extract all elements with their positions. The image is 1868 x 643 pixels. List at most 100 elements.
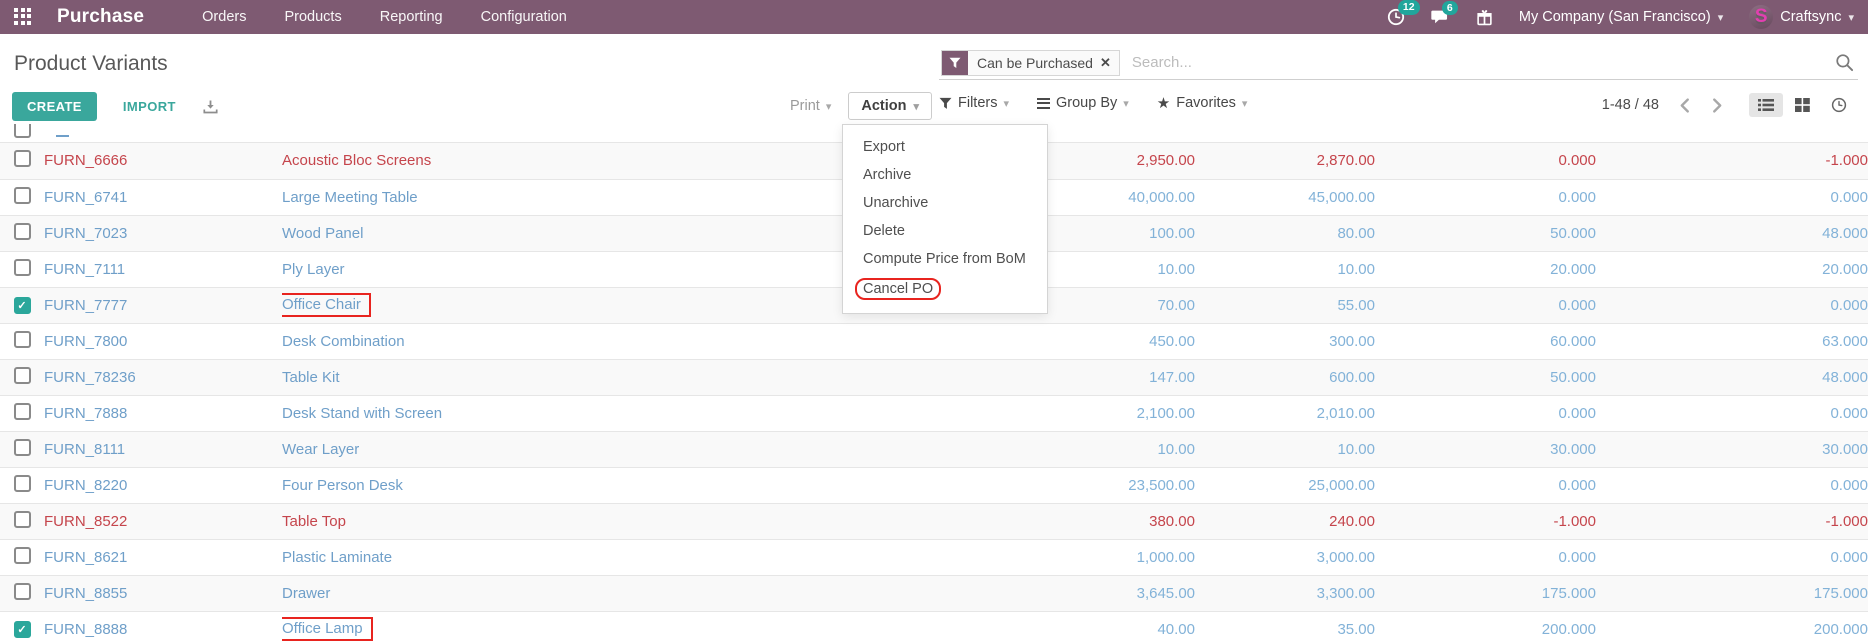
numeric-value: 48.000 (1596, 215, 1868, 252)
row-checkbox[interactable]: ✓ (13, 621, 31, 638)
nav-menu-orders[interactable]: Orders (202, 9, 246, 25)
search-icon[interactable] (1835, 53, 1858, 72)
navbar-right: 12 6 My Company (San Francisco) ▾ S Craf… (1387, 0, 1854, 29)
view-switcher (1749, 92, 1856, 118)
table-row[interactable]: FURN_7888 Desk Stand with Screen 2,100.00 2… (0, 395, 1868, 432)
search-input[interactable] (1119, 54, 1835, 71)
checkbox-cell (0, 179, 44, 216)
row-checkbox[interactable] (13, 366, 31, 384)
row-checkbox[interactable] (14, 124, 31, 138)
numeric-value: 50.000 (1375, 215, 1596, 252)
group-by-button[interactable]: Group By ▾ (1037, 95, 1129, 111)
row-checkbox[interactable] (13, 330, 31, 348)
activities-button[interactable]: 12 (1387, 0, 1420, 26)
table-row[interactable]: FURN_7800 Desk Combination 450.00 300.00 60.… (0, 323, 1868, 360)
action-menu-item-delete[interactable]: Delete (843, 217, 1047, 245)
row-checkbox[interactable] (13, 546, 31, 564)
row-checkbox[interactable] (13, 258, 31, 276)
table-row[interactable]: FURN_8220 Four Person Desk 23,500.00 25,000… (0, 467, 1868, 504)
table-row[interactable]: ✓ FURN_8888 Office Lamp 40.00 35.00 200.000 20… (0, 611, 1868, 643)
import-button[interactable]: IMPORT (117, 98, 182, 115)
action-menu-item-cancel-po[interactable]: Cancel PO (843, 273, 1047, 305)
product-name: Four Person Desk (282, 467, 975, 504)
numeric-value: 23,500.00 (975, 467, 1195, 504)
message-count-badge: 6 (1441, 0, 1458, 15)
numeric-value: 48.000 (1596, 359, 1868, 396)
row-checkbox[interactable] (13, 222, 31, 240)
row-checkbox[interactable] (13, 438, 31, 456)
product-code: FURN_6666 (44, 143, 282, 180)
chevron-left-icon[interactable] (1679, 97, 1690, 113)
remove-filter-icon[interactable]: ✕ (1100, 51, 1119, 75)
user-avatar: S (1749, 5, 1774, 29)
product-code: FURN_8220 (44, 467, 282, 504)
user-menu[interactable]: S Craftsync ▾ (1749, 5, 1854, 29)
row-checkbox[interactable] (13, 582, 31, 600)
nav-menu-reporting[interactable]: Reporting (380, 9, 443, 25)
numeric-value: 0.000 (1375, 287, 1596, 324)
apps-grid-icon[interactable] (14, 7, 33, 27)
action-menu-item-unarchive[interactable]: Unarchive (843, 189, 1047, 217)
product-code: FURN_8621 (44, 539, 282, 576)
nav-menu-configuration[interactable]: Configuration (481, 9, 567, 25)
top-navbar: Purchase Orders Products Reporting Configur… (0, 0, 1868, 34)
nav-menu-products[interactable]: Products (284, 9, 341, 25)
app-title[interactable]: Purchase (57, 6, 144, 28)
kanban-view-button[interactable] (1786, 93, 1819, 117)
checkbox-cell (0, 143, 44, 180)
numeric-value: 450.00 (975, 323, 1195, 360)
numeric-value: 80.00 (1195, 215, 1375, 252)
messages-button[interactable]: 6 (1431, 0, 1458, 26)
numeric-value: -1.000 (1375, 503, 1596, 540)
activity-view-button[interactable] (1822, 92, 1856, 118)
checkbox-cell (0, 251, 44, 288)
numeric-value: 0.000 (1375, 179, 1596, 216)
red-annotation-box: Office Lamp (282, 617, 373, 641)
action-button[interactable]: Action ▾ (848, 92, 932, 120)
table-row[interactable]: FURN_8855 Drawer 3,645.00 3,300.00 175.000 17… (0, 575, 1868, 612)
breadcrumb-row: Product Variants Can be Purchased ✕ (0, 34, 1868, 88)
table-row[interactable]: FURN_8522 Table Top 380.00 240.00 -1.000 -1.0… (0, 503, 1868, 540)
chevron-right-icon[interactable] (1712, 97, 1723, 113)
numeric-value: 380.00 (975, 503, 1195, 540)
numeric-value: 3,000.00 (1195, 539, 1375, 576)
print-button[interactable]: Print ▾ (780, 93, 841, 119)
checkbox-cell (0, 359, 44, 396)
clipped-text-remnant (56, 135, 69, 137)
list-view-icon (1758, 99, 1774, 111)
action-menu-item-archive[interactable]: Archive (843, 161, 1047, 189)
numeric-value: 20.000 (1596, 251, 1868, 288)
filter-tag-label: Can be Purchased (977, 54, 1093, 71)
row-checkbox[interactable] (13, 510, 31, 528)
product-code: FURN_7023 (44, 215, 282, 252)
numeric-value: 63.000 (1596, 323, 1868, 360)
numeric-value: 175.000 (1596, 575, 1868, 612)
table-row[interactable]: FURN_8621 Plastic Laminate 1,000.00 3,000.0… (0, 539, 1868, 576)
checkbox-cell: ✓ (0, 611, 44, 643)
row-checkbox[interactable]: ✓ (13, 297, 31, 314)
numeric-value: 3,300.00 (1195, 575, 1375, 612)
row-checkbox[interactable] (13, 186, 31, 204)
download-icon[interactable] (202, 99, 219, 115)
table-row[interactable]: FURN_78236 Table Kit 147.00 600.00 50.000 48.… (0, 359, 1868, 396)
product-code: FURN_8888 (44, 611, 282, 643)
rewards-button[interactable] (1476, 9, 1493, 26)
row-checkbox[interactable] (13, 150, 31, 168)
list-view-button[interactable] (1749, 93, 1783, 117)
action-menu-item-compute-price-from-bom[interactable]: Compute Price from BoM (843, 245, 1047, 273)
favorites-button[interactable]: ★ Favorites ▾ (1157, 95, 1248, 111)
create-button[interactable]: CREATE (12, 92, 97, 121)
numeric-value: 2,870.00 (1195, 143, 1375, 180)
search-filter-tag[interactable]: Can be Purchased ✕ (941, 49, 1120, 76)
table-row[interactable]: FURN_8111 Wear Layer 10.00 10.00 30.000 30.00… (0, 431, 1868, 468)
numeric-value: 10.00 (1195, 251, 1375, 288)
numeric-value: 55.00 (1195, 287, 1375, 324)
row-checkbox[interactable] (13, 474, 31, 492)
kanban-view-icon (1795, 98, 1810, 112)
filters-button[interactable]: Filters ▾ (939, 95, 1009, 111)
action-menu-item-export[interactable]: Export (843, 133, 1047, 161)
row-checkbox[interactable] (13, 402, 31, 420)
numeric-value: 10.00 (975, 431, 1195, 468)
toolbar-right: 1-48 / 48 (1602, 92, 1856, 118)
company-switcher[interactable]: My Company (San Francisco) ▾ (1519, 9, 1723, 25)
